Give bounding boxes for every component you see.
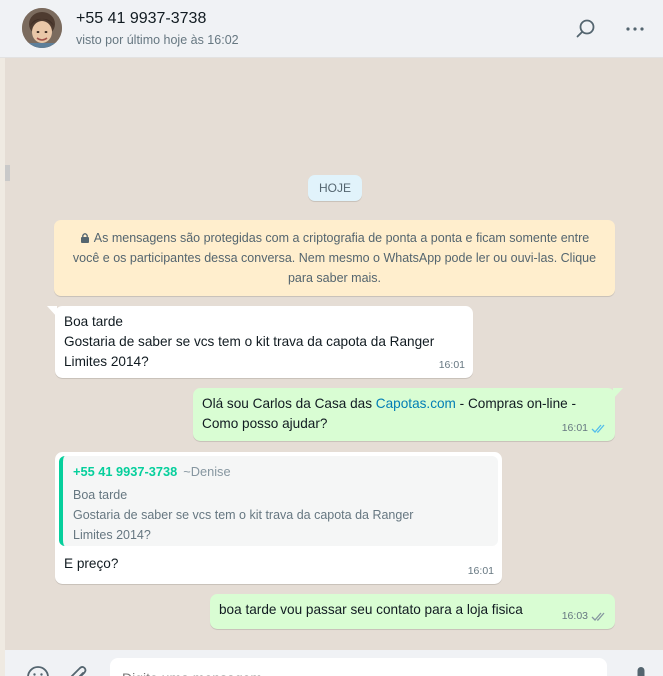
message-text: Olá sou Carlos da Casa das	[202, 396, 376, 411]
read-ticks-icon	[591, 424, 605, 433]
search-icon[interactable]	[573, 16, 599, 42]
message-meta: 16:03	[562, 606, 607, 626]
delivered-ticks-icon	[591, 612, 605, 621]
message-meta: 16:01	[439, 355, 465, 375]
date-divider: HOJE	[308, 175, 363, 201]
emoji-icon[interactable]	[25, 664, 51, 676]
message-time: 16:01	[467, 565, 494, 577]
quote-sender-phone: +55 41 9937-3738	[73, 464, 178, 479]
bubble-tail	[613, 388, 623, 399]
message-time: 16:03	[561, 610, 588, 622]
quote-header: +55 41 9937-3738 ~Denise	[73, 462, 488, 482]
quoted-message[interactable]: +55 41 9937-3738 ~Denise Boa tarde Gostar…	[59, 456, 498, 546]
avatar[interactable]	[22, 8, 62, 48]
message-text-line: Limites 2014?	[64, 354, 149, 369]
message-text-line: Olá sou Carlos da Casa das Capotas.com -…	[202, 394, 606, 414]
chat-header: +55 41 9937-3738 visto por último hoje à…	[0, 0, 663, 58]
attach-icon[interactable]	[65, 664, 91, 676]
message-text-line: Boa tarde	[64, 314, 123, 329]
lock-icon	[80, 229, 90, 243]
bubble-tail	[47, 306, 57, 317]
message-bubble-outgoing[interactable]: boa tarde vou passar seu contato para a …	[210, 594, 615, 629]
chat-window: +55 41 9937-3738 visto por último hoje à…	[0, 0, 663, 676]
message-time: 16:01	[561, 422, 588, 434]
message-text: E preço?	[64, 556, 119, 571]
message-text-line: Como posso ajudar?	[202, 416, 328, 431]
menu-icon[interactable]	[623, 16, 649, 42]
message-list[interactable]: HOJE As mensagens são protegidas com a c…	[5, 58, 663, 650]
message-bubble-incoming[interactable]: Boa tarde Gostaria de saber se vcs tem o…	[47, 306, 473, 378]
message-input[interactable]	[110, 658, 607, 676]
scroll-indicator	[5, 165, 10, 181]
quote-text-line: Limites 2014?	[73, 528, 151, 542]
quote-text-line: Gostaria de saber se vcs tem o kit trava…	[73, 508, 414, 522]
contact-name[interactable]: +55 41 9937-3738	[76, 10, 206, 28]
last-seen-status: visto por último hoje às 16:02	[76, 33, 239, 47]
message-text: boa tarde vou passar seu contato para a …	[219, 602, 523, 617]
quote-text-line: Boa tarde	[73, 488, 128, 502]
message-text: - Compras on-line -	[455, 396, 577, 411]
message-meta: 16:01	[468, 561, 494, 581]
message-bubble-outgoing[interactable]: Olá sou Carlos da Casa das Capotas.com -…	[193, 388, 623, 441]
quote-sender-name: ~Denise	[183, 464, 231, 479]
encryption-notice-text: As mensagens são protegidas com a cripto…	[72, 231, 597, 285]
message-bubble-incoming[interactable]: +55 41 9937-3738 ~Denise Boa tarde Gostar…	[55, 452, 502, 584]
composer-bar	[5, 650, 663, 676]
mic-icon[interactable]	[628, 664, 654, 676]
message-meta: 16:01	[562, 418, 607, 438]
message-link[interactable]: Capotas.com	[376, 396, 456, 411]
message-time: 16:01	[438, 359, 465, 371]
encryption-notice[interactable]: As mensagens são protegidas com a cripto…	[54, 220, 615, 296]
message-text-line: Gostaria de saber se vcs tem o kit trava…	[64, 334, 435, 349]
